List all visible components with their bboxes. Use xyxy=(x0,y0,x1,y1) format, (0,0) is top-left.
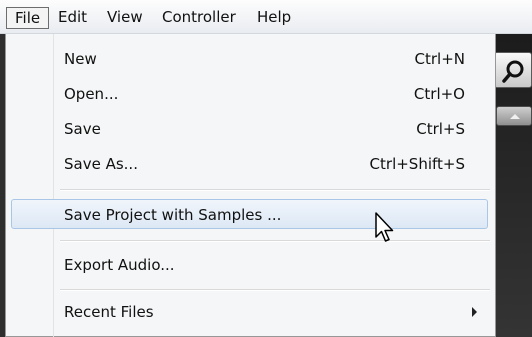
menu-item-label: Open... xyxy=(64,85,119,103)
file-menu-dropdown: New Ctrl+N Open... Ctrl+O Save Ctrl+S Sa… xyxy=(5,34,496,337)
menu-item-recent-files[interactable]: Recent Files xyxy=(8,297,493,327)
menu-item-open[interactable]: Open... Ctrl+O xyxy=(8,79,493,109)
menu-bar: File Edit View Controller Help xyxy=(0,0,532,34)
menu-item-label: Export Audio... xyxy=(64,256,175,274)
mouse-cursor-icon xyxy=(375,212,394,242)
menu-item-save[interactable]: Save Ctrl+S xyxy=(8,114,493,144)
menu-item-save-as[interactable]: Save As... Ctrl+Shift+S xyxy=(8,149,493,179)
menu-controller[interactable]: Controller xyxy=(162,7,236,29)
menu-edit[interactable]: Edit xyxy=(58,7,87,29)
scroll-up-button[interactable] xyxy=(496,106,532,126)
menu-item-shortcut: Ctrl+N xyxy=(414,50,465,68)
menu-item-new[interactable]: New Ctrl+N xyxy=(8,44,493,74)
menu-item-label: New xyxy=(64,50,97,68)
menu-separator xyxy=(60,289,490,291)
menu-item-shortcut: Ctrl+S xyxy=(416,120,465,138)
menu-file[interactable]: File xyxy=(6,7,50,29)
menu-view[interactable]: View xyxy=(107,7,143,29)
menu-item-shortcut: Ctrl+O xyxy=(413,85,465,103)
menu-item-label: Save As... xyxy=(64,155,138,173)
search-icon xyxy=(502,60,524,83)
search-button[interactable] xyxy=(494,52,532,88)
menu-separator xyxy=(60,189,490,191)
menu-item-label: Save xyxy=(64,120,101,138)
menu-item-save-project-with-samples[interactable]: Save Project with Samples ... xyxy=(11,199,488,229)
menu-item-label: Recent Files xyxy=(64,303,154,321)
menu-item-export-audio[interactable]: Export Audio... xyxy=(8,250,493,280)
menu-separator xyxy=(60,240,490,242)
menu-help[interactable]: Help xyxy=(257,7,291,29)
menu-item-shortcut: Ctrl+Shift+S xyxy=(369,155,465,173)
scroll-up-arrow-icon xyxy=(510,114,520,119)
menu-item-label: Save Project with Samples ... xyxy=(64,206,282,224)
submenu-arrow-icon xyxy=(472,307,477,317)
